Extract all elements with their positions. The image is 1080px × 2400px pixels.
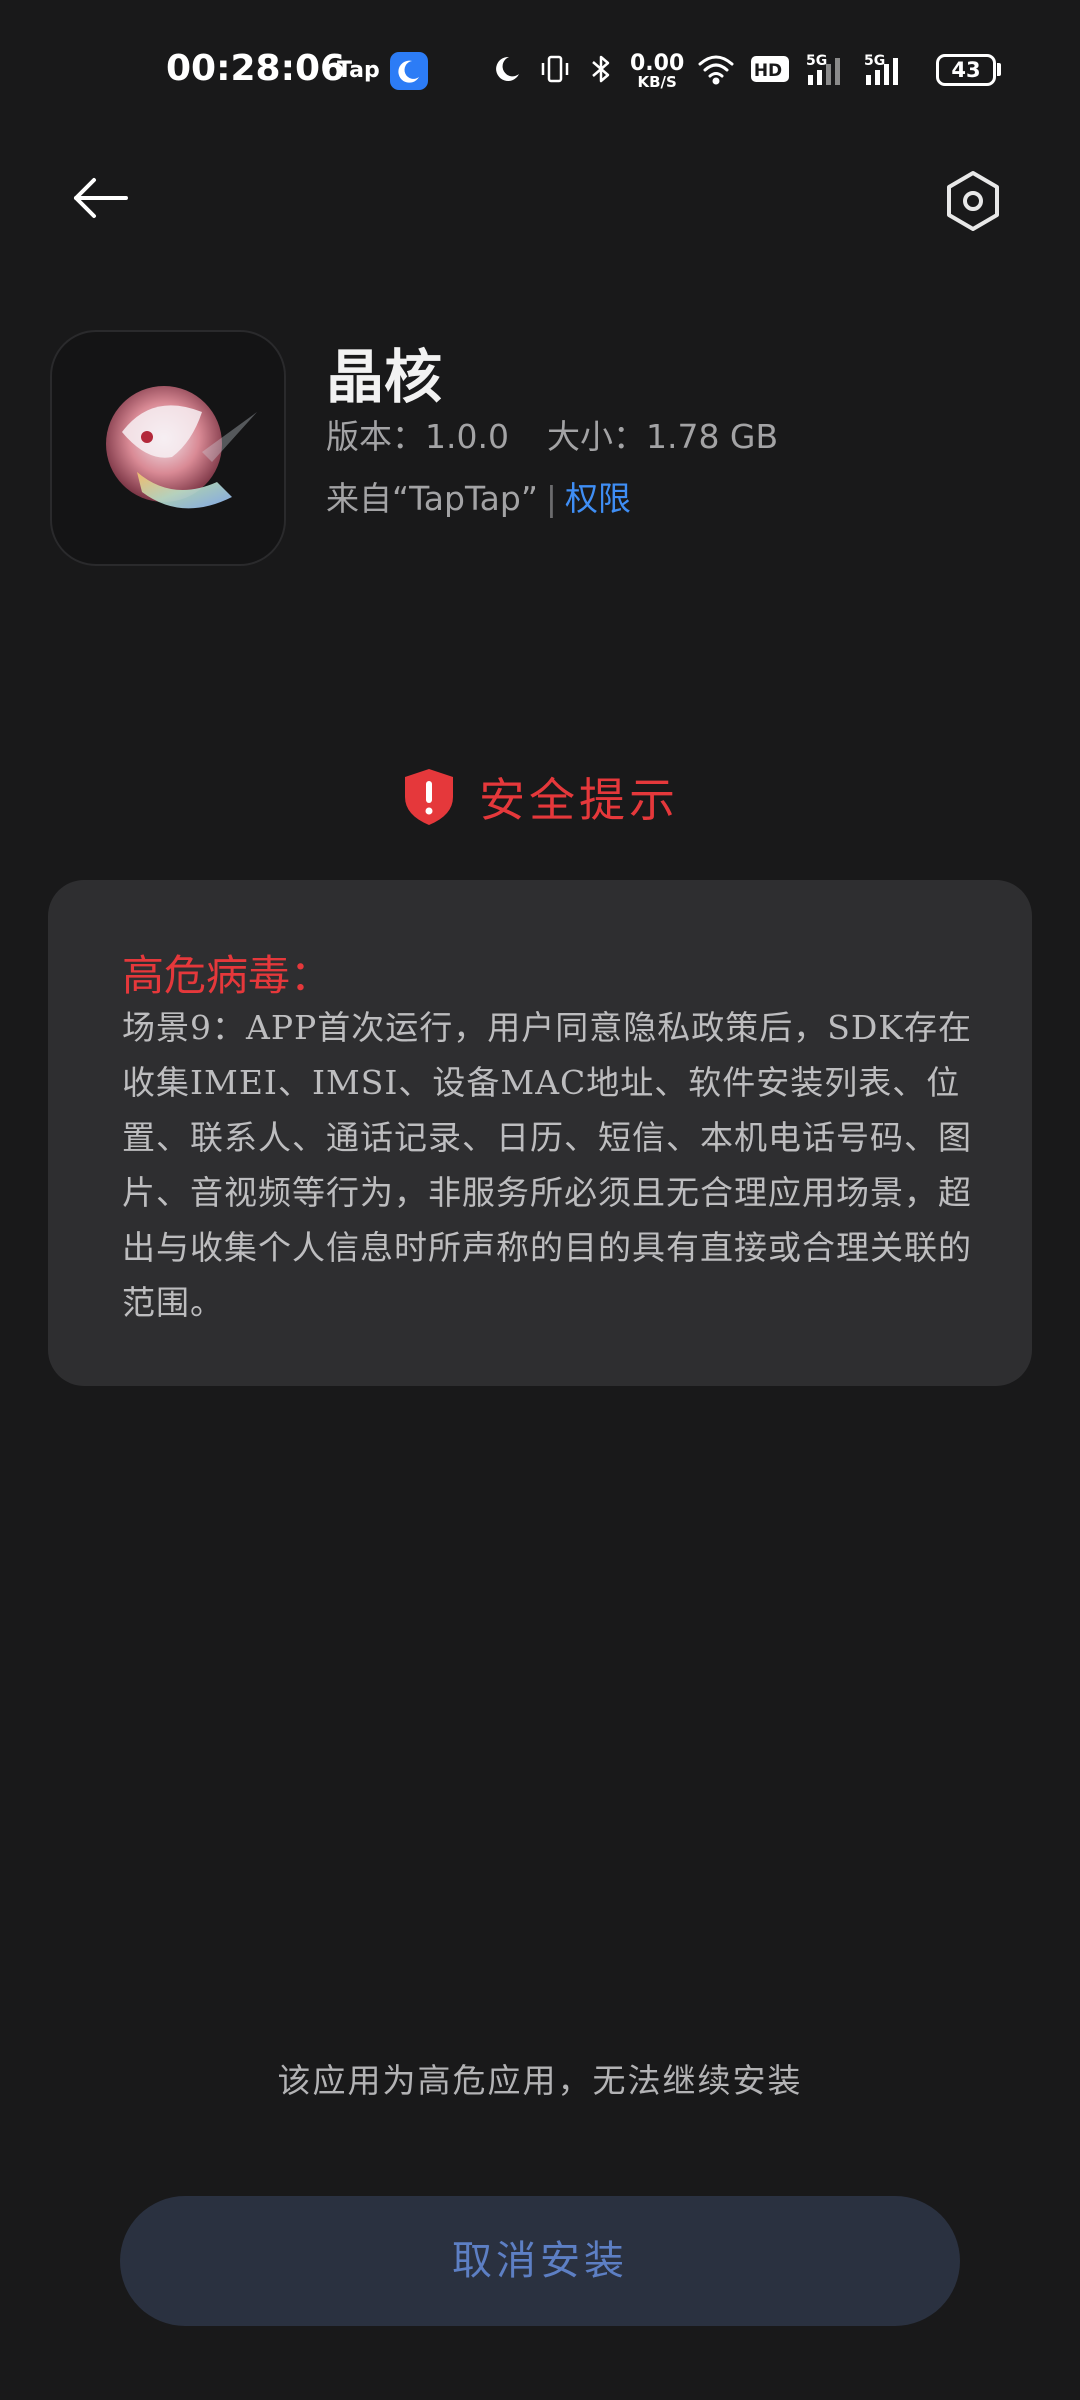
back-button[interactable] bbox=[66, 162, 136, 232]
install-blocked-notice: 该应用为高危应用，无法继续安装 bbox=[277, 2061, 803, 2100]
status-time: 00:28:06 bbox=[166, 48, 346, 89]
separator: | bbox=[545, 479, 558, 518]
status-icons: 0.00 KB/S HD 5G 5G bbox=[490, 48, 922, 94]
app-size: 大小：1.78 GB bbox=[546, 417, 779, 456]
bluetooth-icon bbox=[586, 52, 616, 90]
security-title-row: 安全提示 bbox=[0, 762, 1080, 832]
app-source: 来自“TapTap” bbox=[326, 479, 538, 518]
app-name: 晶核 bbox=[326, 343, 443, 411]
moon-icon bbox=[490, 52, 524, 90]
moon-badge-icon bbox=[390, 52, 428, 90]
signal-2-label: 5G bbox=[864, 53, 885, 69]
signal-1-label: 5G bbox=[806, 53, 827, 69]
settings-button[interactable] bbox=[938, 166, 1008, 236]
app-source-row: 来自“TapTap” | 权限 bbox=[326, 472, 631, 520]
game-logo-icon bbox=[106, 386, 257, 509]
shield-alert-icon bbox=[405, 769, 453, 825]
signal-icon: 5G bbox=[864, 51, 908, 91]
hd-label: HD bbox=[754, 61, 782, 81]
status-bar: 00:28:06 Tap 0.00 KB/S HD 5G 5G 43 bbox=[0, 0, 1080, 140]
app-icon bbox=[50, 330, 286, 566]
app-meta: 版本：1.0.0 大小：1.78 GB bbox=[326, 410, 778, 458]
battery-tip bbox=[997, 63, 1001, 76]
permissions-link[interactable]: 权限 bbox=[565, 479, 631, 518]
network-speed-value: 0.00 bbox=[630, 50, 685, 76]
hd-icon: HD bbox=[750, 53, 792, 89]
warning-body: 场景9：APP首次运行，用户同意隐私政策后，SDK存在收集IMEI、IMSI、设… bbox=[122, 1008, 972, 1322]
cancel-install-button[interactable]: 取消安装 bbox=[120, 2196, 960, 2326]
taptap-notification-icon: Tap bbox=[337, 58, 380, 83]
network-speed-unit: KB/S bbox=[637, 72, 677, 91]
vibrate-icon bbox=[538, 52, 572, 90]
network-speed: 0.00 KB/S bbox=[630, 50, 685, 91]
hexagon-settings-icon bbox=[947, 171, 999, 231]
arrow-left-icon bbox=[74, 178, 128, 218]
app-version: 版本：1.0.0 bbox=[326, 417, 509, 456]
battery-icon: 43 bbox=[936, 54, 996, 86]
security-title: 安全提示 bbox=[479, 773, 679, 827]
signal-icon: 5G bbox=[806, 51, 850, 91]
warning-heading: 高危病毒： bbox=[122, 951, 333, 1000]
wifi-icon bbox=[696, 52, 736, 90]
warning-card: 高危病毒： 场景9：APP首次运行，用户同意隐私政策后，SDK存在收集IMEI、… bbox=[48, 880, 1032, 1386]
